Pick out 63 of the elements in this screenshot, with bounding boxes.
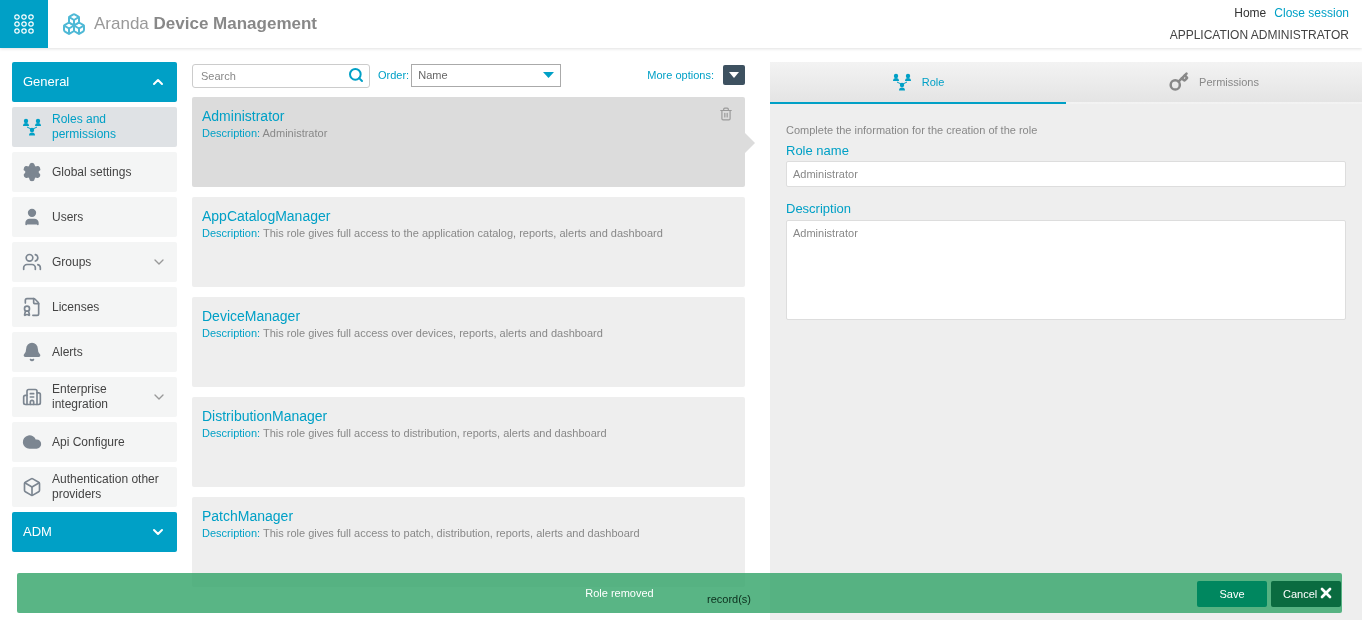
certificate-document-icon: [22, 297, 42, 317]
role-description: Description: Administrator: [202, 126, 329, 141]
sidebar-item[interactable]: Enterprise integration: [12, 377, 177, 417]
order-dropdown[interactable]: Name: [411, 63, 562, 87]
sidebar-section-header[interactable]: General: [12, 62, 177, 102]
role-name: DeviceManager: [202, 307, 301, 325]
role-name: DistributionManager: [202, 407, 328, 425]
description-label: Description: [786, 200, 853, 218]
role-card[interactable]: DeviceManager Description: This role gives full access over devices, reports, alerts and dashboard: [192, 297, 745, 387]
order-label: Order:: [378, 67, 410, 83]
caret-down-icon: [729, 72, 739, 78]
role-name: Administrator: [202, 107, 285, 125]
home-link[interactable]: Home: [1234, 4, 1267, 22]
role-description: Description: This role gives full access over devices, reports, alerts and dashboard: [202, 326, 604, 341]
close-icon: [1318, 585, 1334, 601]
intro-text: Complete the information for the creation of the role: [786, 123, 1039, 138]
role-card[interactable]: AppCatalogManager Description: This role gives full access to the application catalog, reports, alerts and dashboard: [192, 197, 745, 287]
save-button[interactable]: Save: [1197, 581, 1267, 607]
group-icon: [22, 252, 42, 272]
description-field[interactable]: Administrator: [786, 219, 1346, 320]
bell-icon: [22, 342, 42, 362]
role-description: Description: This role gives full access to patch, distribution, reports, alerts and dashboard: [202, 526, 641, 541]
sidebar-item[interactable]: Roles and permissions: [12, 107, 177, 147]
sidebar-item[interactable]: Licenses: [12, 287, 177, 327]
tab[interactable]: Permissions: [1066, 62, 1362, 104]
sidebar-item[interactable]: Alerts: [12, 332, 177, 372]
sidebar-item[interactable]: Global settings: [12, 152, 177, 192]
sidebar-section-header[interactable]: ADM: [12, 512, 177, 552]
role-description: Description: This role gives full access to the application catalog, reports, alerts and dashboard: [202, 226, 664, 241]
close-session-link[interactable]: Close session: [1274, 4, 1349, 22]
record-count: record(s): [707, 592, 751, 607]
sidebar-item[interactable]: Groups: [12, 242, 177, 282]
sidebar-item[interactable]: Authentication other providers: [12, 467, 177, 507]
grid-menu-icon: [14, 14, 34, 34]
box-icon: [22, 477, 42, 497]
search-icon: [348, 67, 364, 83]
sidebar-item[interactable]: Api Configure: [12, 422, 177, 462]
close-button[interactable]: [1318, 585, 1334, 601]
selection-pointer: [745, 133, 755, 153]
sidebar-item[interactable]: Users: [12, 197, 177, 237]
building-icon: [22, 387, 42, 407]
role-name-field[interactable]: Administrator: [786, 161, 1346, 187]
more-options-label: More options:: [647, 67, 714, 83]
cancel-button[interactable]: Cancel: [1271, 581, 1341, 607]
search-field[interactable]: Search: [192, 64, 370, 88]
people-hierarchy-icon: [22, 117, 42, 137]
logo-icon: [62, 12, 86, 36]
role-name: AppCatalogManager: [202, 207, 331, 225]
more-options-button[interactable]: [723, 65, 745, 85]
cloud-icon: [22, 432, 42, 452]
role-name: PatchManager: [202, 507, 294, 525]
key-icon: [1169, 72, 1190, 92]
tab[interactable]: Role: [770, 62, 1066, 104]
role-card[interactable]: DistributionManager Description: This role gives full access to distribution, reports, alerts and dashboard: [192, 397, 745, 487]
toast-message: Role removed: [585, 585, 654, 601]
people-hierarchy-icon: [891, 72, 912, 92]
user-role: APPLICATION ADMINISTRATOR: [1169, 27, 1349, 44]
role-description: Description: This role gives full access to distribution, reports, alerts and dashboard: [202, 426, 608, 441]
role-name-label: Role name: [786, 141, 850, 160]
user-icon: [22, 207, 42, 227]
app-title: Aranda Device Management: [94, 13, 317, 36]
gear-icon: [22, 162, 42, 182]
caret-down-icon: [543, 72, 555, 78]
